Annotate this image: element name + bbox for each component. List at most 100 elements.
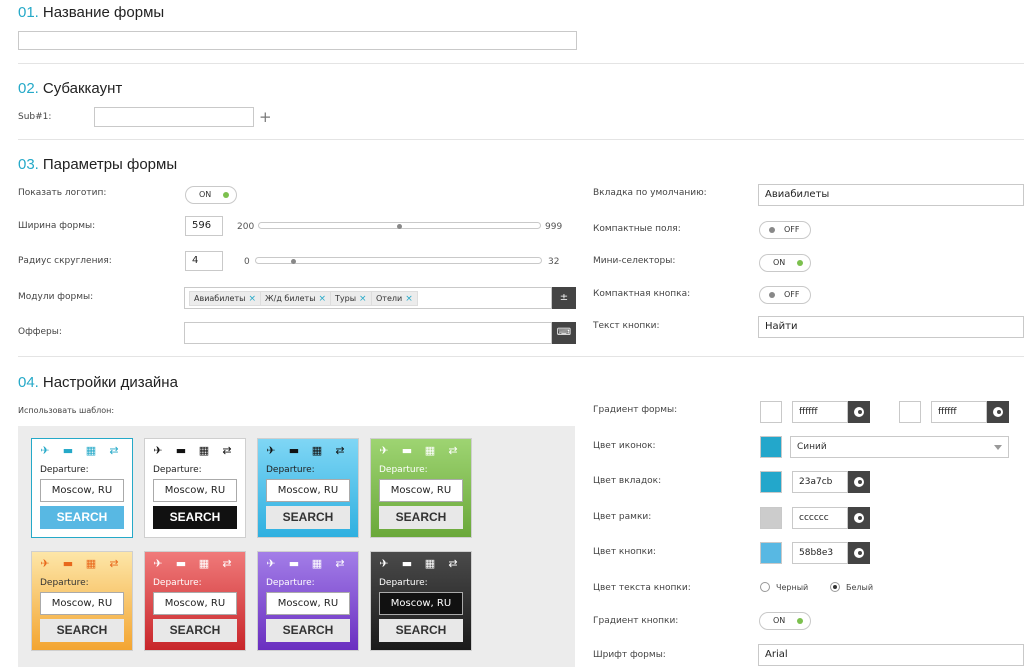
swap-icon: ⇄ xyxy=(222,557,232,570)
divider xyxy=(18,63,1024,64)
template-option[interactable]: ✈ ▬ ▦ ⇄ Departure: Moscow, RU SEARCH xyxy=(31,551,133,651)
mini-selectors-toggle[interactable]: ON xyxy=(759,254,811,272)
border-hex-input[interactable]: cccccc xyxy=(792,507,848,529)
offers-input[interactable] xyxy=(184,322,552,344)
width-slider[interactable] xyxy=(258,222,541,229)
button-gradient-toggle[interactable]: ON xyxy=(759,612,811,630)
default-tab-select[interactable]: Авиабилеты xyxy=(758,184,1024,206)
template-city-field: Moscow, RU xyxy=(153,479,237,502)
border-color-swatch[interactable] xyxy=(760,507,782,529)
swap-icon: ⇄ xyxy=(109,444,119,457)
plane-icon: ✈ xyxy=(379,444,389,457)
calendar-icon: ▦ xyxy=(424,444,436,457)
template-option[interactable]: ✈ ▬ ▦ ⇄ Departure: Moscow, RU SEARCH xyxy=(257,438,359,538)
show-logo-toggle[interactable]: ON xyxy=(185,186,237,204)
text-color-black-radio[interactable]: Черный xyxy=(760,582,808,592)
plane-icon: ✈ xyxy=(379,557,389,570)
button-gradient-label: Градиент кнопки: xyxy=(593,616,679,626)
calendar-icon: ▦ xyxy=(85,444,97,457)
tab-hex-input[interactable]: 23a7cb xyxy=(792,471,848,493)
template-city-field: Moscow, RU xyxy=(266,592,350,615)
chevron-down-icon xyxy=(994,445,1002,450)
button-hex-input[interactable]: 58b8e3 xyxy=(792,542,848,564)
width-input[interactable]: 596 xyxy=(185,216,223,236)
section-title-form-name: 01. Название формы xyxy=(18,4,165,21)
template-icons: ✈ ▬ ▦ ⇄ xyxy=(152,558,240,572)
plane-icon: ✈ xyxy=(40,444,50,457)
template-search-button: SEARCH xyxy=(153,619,237,642)
form-gradient-label: Градиент формы: xyxy=(593,405,678,415)
radius-min: 0 xyxy=(244,257,250,267)
template-option[interactable]: ✈ ▬ ▦ ⇄ Departure: Moscow, RU SEARCH xyxy=(144,438,246,538)
bed-icon: ▬ xyxy=(62,444,74,457)
calendar-icon: ▦ xyxy=(311,557,323,570)
button-color-swatch[interactable] xyxy=(760,542,782,564)
radius-input[interactable]: 4 xyxy=(185,251,223,271)
template-option[interactable]: ✈ ▬ ▦ ⇄ Departure: Moscow, RU SEARCH xyxy=(370,438,472,538)
offers-keyboard-button[interactable]: ⌨ xyxy=(552,322,576,344)
modules-toggle-button[interactable]: ± xyxy=(552,287,576,309)
tab-color-swatch[interactable] xyxy=(760,471,782,493)
icon-color-select[interactable]: Синий xyxy=(790,436,1009,458)
palette-icon[interactable] xyxy=(848,542,870,564)
gradient-hex-1-input[interactable]: ffffff xyxy=(792,401,848,423)
icon-color-swatch[interactable] xyxy=(760,436,782,458)
module-tag: Ж/д билеты × xyxy=(260,291,332,306)
template-option[interactable]: ✈ ▬ ▦ ⇄ Departure: Moscow, RU SEARCH xyxy=(370,551,472,651)
palette-icon[interactable] xyxy=(848,401,870,423)
button-text-color-label: Цвет текста кнопки: xyxy=(593,583,691,593)
template-city-field: Moscow, RU xyxy=(379,592,463,615)
remove-tag-icon[interactable]: × xyxy=(405,294,413,304)
add-subaccount-button[interactable]: + xyxy=(259,108,272,126)
remove-tag-icon[interactable]: × xyxy=(319,294,327,304)
form-name-input[interactable] xyxy=(18,31,577,50)
divider xyxy=(18,139,1024,140)
palette-icon[interactable] xyxy=(987,401,1009,423)
tab-color-label: Цвет вкладок: xyxy=(593,476,662,486)
template-icons: ✈ ▬ ▦ ⇄ xyxy=(152,445,240,459)
remove-tag-icon[interactable]: × xyxy=(359,294,367,304)
template-option[interactable]: ✈ ▬ ▦ ⇄ Departure: Moscow, RU SEARCH xyxy=(31,438,133,538)
section-title-params: 03. Параметры формы xyxy=(18,156,178,173)
template-departure-label: Departure: xyxy=(40,578,89,588)
subaccount-input[interactable] xyxy=(94,107,254,127)
template-departure-label: Departure: xyxy=(379,465,428,475)
template-departure-label: Departure: xyxy=(379,578,428,588)
gradient-hex-2-input[interactable]: ffffff xyxy=(931,401,987,423)
radius-label: Радиус скругления: xyxy=(18,256,112,266)
template-search-button: SEARCH xyxy=(40,506,124,529)
text-color-white-radio[interactable]: Белый xyxy=(830,582,873,592)
compact-fields-toggle[interactable]: OFF xyxy=(759,221,811,239)
plane-icon: ✈ xyxy=(40,557,50,570)
section-title-subaccount: 02. Субаккаунт xyxy=(18,80,123,97)
sub-label: Sub#1: xyxy=(18,112,52,122)
template-option[interactable]: ✈ ▬ ▦ ⇄ Departure: Moscow, RU SEARCH xyxy=(257,551,359,651)
palette-icon[interactable] xyxy=(848,471,870,493)
radius-slider[interactable] xyxy=(255,257,542,264)
width-min: 200 xyxy=(237,222,255,232)
template-icons: ✈ ▬ ▦ ⇄ xyxy=(39,558,127,572)
width-slider-handle[interactable] xyxy=(397,224,402,229)
template-city-field: Moscow, RU xyxy=(379,479,463,502)
keyboard-icon: ⌨ xyxy=(556,327,572,338)
palette-icon[interactable] xyxy=(848,507,870,529)
template-icons: ✈ ▬ ▦ ⇄ xyxy=(265,558,353,572)
modules-label: Модули формы: xyxy=(18,292,94,302)
button-text-input[interactable]: Найти xyxy=(758,316,1024,338)
default-tab-label: Вкладка по умолчанию: xyxy=(593,188,707,198)
font-select[interactable]: Arial xyxy=(758,644,1024,666)
template-search-button: SEARCH xyxy=(266,619,350,642)
module-tag: Туры × xyxy=(330,291,372,306)
section-title-design: 04. Настройки дизайна xyxy=(18,374,178,391)
template-city-field: Moscow, RU xyxy=(153,592,237,615)
remove-tag-icon[interactable]: × xyxy=(248,294,256,304)
template-icons: ✈ ▬ ▦ ⇄ xyxy=(378,445,466,459)
radius-slider-handle[interactable] xyxy=(291,259,296,264)
gradient-color-1-swatch[interactable] xyxy=(760,401,782,423)
compact-button-toggle[interactable]: OFF xyxy=(759,286,811,304)
gradient-color-2-swatch[interactable] xyxy=(899,401,921,423)
template-search-button: SEARCH xyxy=(153,506,237,529)
template-option[interactable]: ✈ ▬ ▦ ⇄ Departure: Moscow, RU SEARCH xyxy=(144,551,246,651)
modules-input[interactable]: Авиабилеты × Ж/д билеты × Туры × Отели × xyxy=(184,287,552,309)
template-search-button: SEARCH xyxy=(379,506,463,529)
